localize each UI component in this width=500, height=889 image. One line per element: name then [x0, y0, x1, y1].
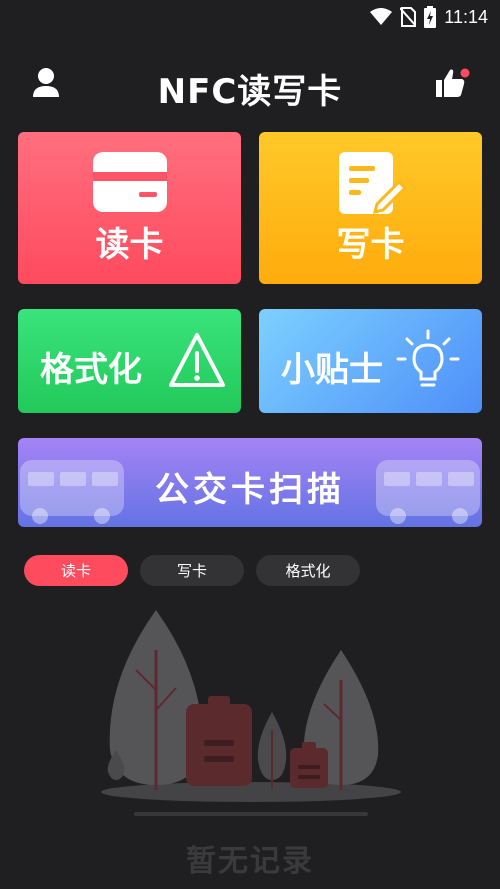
tab-read[interactable]: 读卡 [24, 555, 128, 586]
write-card-label: 写卡 [336, 225, 405, 265]
bus-card-scan-button[interactable]: 公交卡扫描 [18, 438, 482, 527]
read-card-button[interactable]: 读卡 [18, 132, 241, 284]
lightbulb-icon [396, 329, 460, 387]
read-card-label: 读卡 [95, 225, 164, 265]
tab-write[interactable]: 写卡 [140, 555, 244, 586]
card-icon [93, 152, 167, 212]
wifi-icon [370, 8, 393, 25]
empty-state-text: 暂无记录 [186, 844, 314, 879]
record-tabs: 读卡 写卡 格式化 [24, 555, 360, 586]
warning-icon [169, 333, 225, 387]
tips-card-button[interactable]: 小贴士 [259, 309, 482, 413]
status-time: 11:14 [444, 6, 488, 27]
empty-records-illustration [101, 610, 401, 816]
write-card-button[interactable]: 写卡 [259, 132, 482, 284]
bus-icon [376, 460, 480, 524]
thumbs-up-icon [436, 68, 470, 97]
status-icons: 11:14 [370, 6, 488, 28]
format-card-button[interactable]: 格式化 [18, 309, 241, 413]
no-sim-icon [400, 7, 417, 27]
tips-card-label: 小贴士 [281, 350, 383, 390]
page-title: NFC读写卡 [157, 72, 343, 112]
edit-document-icon [339, 152, 407, 215]
tab-format[interactable]: 格式化 [256, 555, 360, 586]
status-bar: 11:14 [0, 0, 500, 34]
battery-charging-icon [424, 6, 437, 28]
format-card-label: 格式化 [40, 350, 142, 390]
app-header: NFC读写卡 [0, 60, 500, 112]
like-button[interactable] [434, 66, 470, 100]
